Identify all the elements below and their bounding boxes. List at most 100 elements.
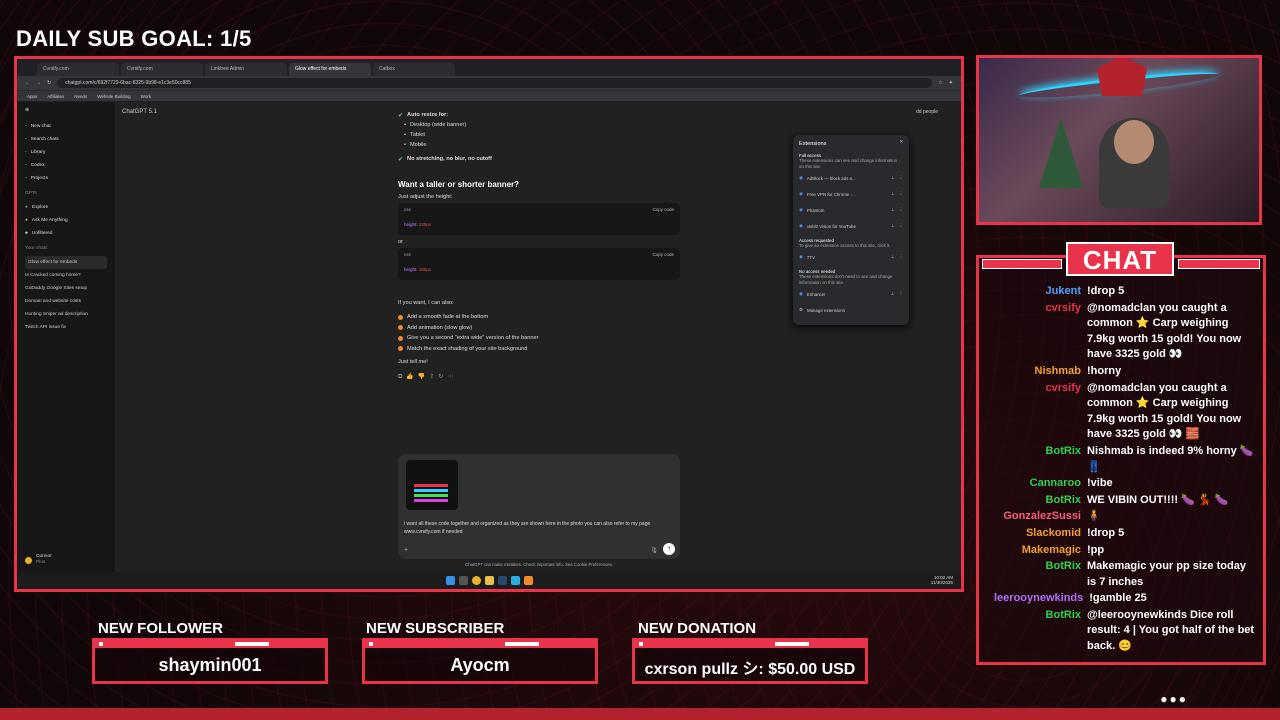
app-icon[interactable] bbox=[523, 576, 533, 585]
more-icon[interactable]: ⋮ bbox=[899, 191, 903, 197]
close-icon[interactable]: ✕ bbox=[899, 139, 903, 145]
more-icon[interactable]: ⋮ bbox=[899, 175, 903, 181]
more-icon[interactable]: ⋮ bbox=[899, 223, 903, 229]
chat-history-item[interactable]: Twitch API issue fix bbox=[25, 321, 107, 334]
chat-text: 🧍 bbox=[1087, 510, 1101, 523]
chat-username[interactable]: BotRix bbox=[994, 444, 1087, 475]
more-icon[interactable]: ⋮ bbox=[899, 207, 903, 213]
chat-username[interactable]: BotRix bbox=[994, 559, 1087, 590]
list-item-text: Tablet bbox=[409, 132, 425, 138]
chat-history-item[interactable]: GoDaddy Google Sites setup bbox=[25, 282, 107, 295]
more-icon[interactable]: ⋮ bbox=[899, 291, 903, 297]
pin-icon[interactable]: ⊥ bbox=[891, 291, 895, 297]
more-icon[interactable]: ⋮ bbox=[899, 254, 903, 260]
sidebar-item[interactable]: ◦ Projects bbox=[25, 172, 107, 185]
no-stretch-text: No stretching, no blur, no cutoff bbox=[407, 156, 492, 162]
send-button[interactable]: ↑ bbox=[663, 543, 675, 555]
extension-item[interactable]: ◉ Phantom ⊥ ⋮ bbox=[799, 202, 903, 218]
chatgpt-logo-icon[interactable]: ⊛ bbox=[25, 108, 107, 120]
start-icon[interactable] bbox=[445, 576, 455, 585]
chat-username[interactable]: Makemagic bbox=[994, 543, 1087, 559]
browser-tab[interactable]: Cvrsify.com bbox=[121, 63, 203, 76]
plus-icon[interactable]: + bbox=[404, 547, 408, 554]
gpt-item[interactable]: ● Explore bbox=[25, 201, 107, 214]
sidebar-item[interactable]: ◦ Search chats bbox=[25, 133, 107, 146]
edge-icon[interactable] bbox=[510, 576, 520, 585]
sidebar-item[interactable]: ◦ Codex bbox=[25, 159, 107, 172]
chrome-icon[interactable] bbox=[471, 576, 481, 585]
chat-username[interactable]: Nishmab bbox=[994, 364, 1087, 380]
chat-username[interactable]: Jukent bbox=[994, 284, 1087, 300]
gpt-item[interactable]: ● Unfiltered bbox=[25, 227, 107, 240]
folder-icon[interactable] bbox=[484, 576, 494, 585]
gpt-icon: ● bbox=[25, 205, 28, 210]
browser-tab[interactable]: Linktree Admin bbox=[205, 63, 287, 76]
extension-item[interactable]: ◉ visbl2 Vision for YouTube ⊥ ⋮ bbox=[799, 218, 903, 234]
decor-dots: ●●● bbox=[1160, 692, 1188, 706]
chat-username[interactable]: Slackomid bbox=[994, 526, 1087, 542]
taskbar: 10:02 AM 11/30/2025 bbox=[17, 572, 961, 589]
puzzle-icon[interactable]: ✦ bbox=[949, 80, 953, 86]
sidebar-item[interactable]: ◦ New chat bbox=[25, 120, 107, 133]
alert-value: Ayocm bbox=[450, 655, 510, 675]
bookmark-item[interactable]: Needs bbox=[74, 94, 87, 99]
code-lang: css bbox=[404, 252, 411, 257]
attached-image[interactable] bbox=[406, 460, 458, 510]
sidebar-item[interactable]: ◦ Library bbox=[25, 146, 107, 159]
extension-item[interactable]: ◉ Free VPN for Chrome -... ⊥ ⋮ bbox=[799, 186, 903, 202]
bullet-dot: • bbox=[404, 142, 406, 148]
url-bar: ← → ↻ chatgpt.com/c/692f7729-6bac-8325-9… bbox=[17, 76, 961, 90]
bookmark-item[interactable]: Affiliates bbox=[47, 94, 64, 99]
chat-text: !horny bbox=[1087, 364, 1122, 377]
copy-code-button[interactable]: Copy code bbox=[652, 252, 674, 257]
copy-code-button[interactable]: Copy code bbox=[652, 207, 674, 212]
composer[interactable]: i want all these code together and organ… bbox=[398, 454, 680, 559]
steam-icon[interactable] bbox=[497, 576, 507, 585]
chat-username[interactable]: Cannaroo bbox=[994, 476, 1087, 492]
bookmark-item[interactable]: Website Building bbox=[97, 94, 130, 99]
no-access-desc: These extensions don't need to see and c… bbox=[799, 274, 893, 285]
mic-icon[interactable]: 🎙 bbox=[650, 547, 658, 554]
chat-username[interactable]: BotRix bbox=[994, 493, 1087, 509]
pin-icon[interactable]: ⊥ bbox=[891, 223, 895, 229]
gpt-item[interactable]: ● Ask Me Anything bbox=[25, 214, 107, 227]
chat-history-item[interactable]: Domain and website costs bbox=[25, 295, 107, 308]
chats-label: Your chats bbox=[25, 246, 48, 251]
chat-history-item[interactable]: Is Cracked coming home? bbox=[25, 269, 107, 282]
chat-username[interactable]: cvrsify bbox=[994, 301, 1087, 363]
message-actions[interactable]: ⧉👍👎⇪↻⋯ bbox=[398, 373, 680, 381]
chat-username[interactable]: BotRix bbox=[994, 608, 1087, 655]
pin-icon[interactable]: ⊥ bbox=[891, 254, 895, 260]
model-selector[interactable]: ChatGPT 5.1 bbox=[122, 109, 157, 115]
reload-icon[interactable]: ↻ bbox=[47, 80, 51, 86]
bookmark-item[interactable]: Apps bbox=[27, 94, 37, 99]
add-people-button[interactable]: dd people bbox=[916, 109, 938, 115]
back-icon[interactable]: ← bbox=[25, 80, 30, 86]
browser-tab[interactable]: Catbox bbox=[373, 63, 455, 76]
extensions-title: Extensions bbox=[799, 141, 827, 147]
chat-username[interactable]: GonzalezSussi bbox=[994, 509, 1087, 525]
bookmark-item[interactable]: Work bbox=[141, 94, 151, 99]
pin-icon[interactable]: ⊥ bbox=[891, 175, 895, 181]
browser-tab[interactable]: Cvrsify.com bbox=[37, 63, 119, 76]
chat-messages: Jukent !drop 5 cvrsify @nomadclan you caugh… bbox=[994, 284, 1258, 656]
extension-item[interactable]: ◉ AdBlock — block ads a... ⊥ ⋮ bbox=[799, 170, 903, 186]
extension-item[interactable]: ◉ Enhancer ⊥ ⋮ bbox=[799, 286, 903, 302]
chat-username[interactable]: cvrsify bbox=[994, 381, 1087, 443]
chat-history-item[interactable]: Glow effect for embeds bbox=[25, 256, 107, 269]
manage-extensions-link[interactable]: ⚙ Manage extensions bbox=[799, 302, 903, 318]
gpt-label: Explore bbox=[31, 205, 49, 210]
pin-icon[interactable]: ⊥ bbox=[891, 207, 895, 213]
code-lang: css bbox=[404, 207, 411, 212]
search-icon[interactable] bbox=[458, 576, 468, 585]
forward-icon[interactable]: → bbox=[36, 80, 41, 86]
address-field[interactable]: chatgpt.com/c/692f7729-6bac-8325-9b98-e1… bbox=[57, 78, 933, 88]
browser-tab[interactable]: Glow effect for embeds bbox=[289, 63, 371, 76]
extension-item[interactable]: ◉ 7TV ⊥ ⋮ bbox=[799, 249, 903, 265]
chat-history-item[interactable]: Hunting Sniper ad description bbox=[25, 308, 107, 321]
prompt-text[interactable]: i want all these code together and organ… bbox=[404, 520, 674, 536]
user-profile[interactable]: Connor Plus bbox=[25, 554, 52, 566]
star-icon[interactable]: ☆ bbox=[938, 80, 942, 86]
chat-username[interactable]: leerooynewkinds bbox=[994, 591, 1089, 607]
pin-icon[interactable]: ⊥ bbox=[891, 191, 895, 197]
